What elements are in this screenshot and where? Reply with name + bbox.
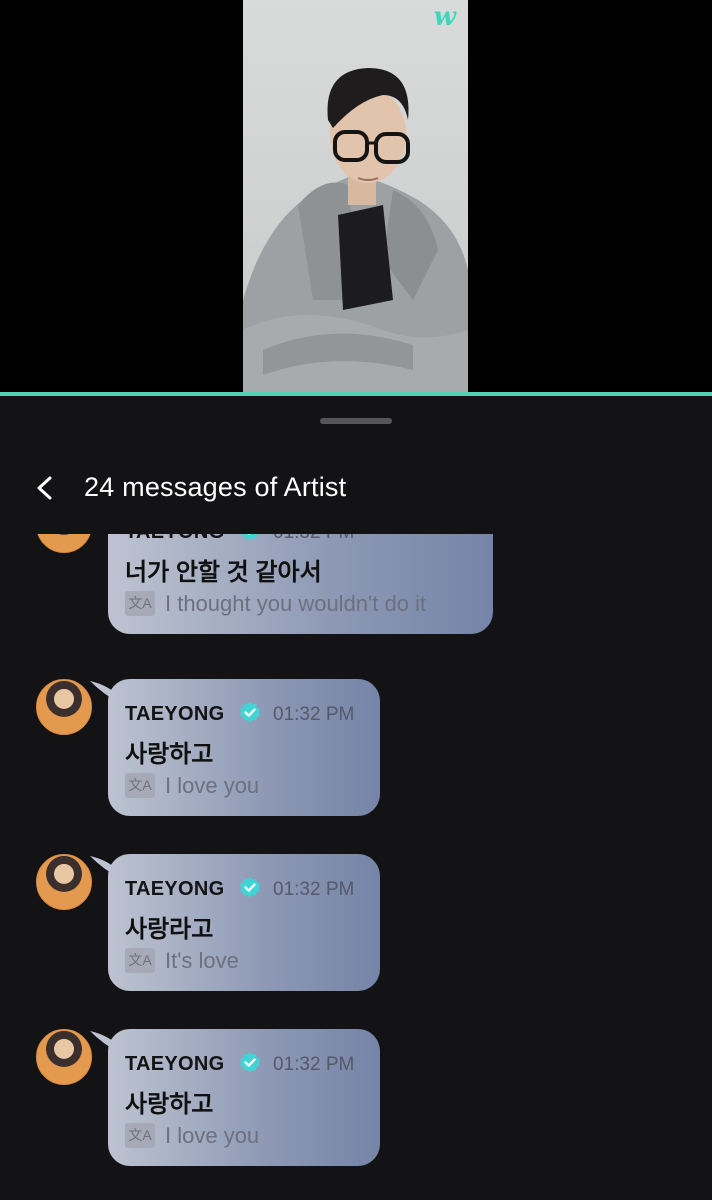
sender-name: TAEYONG [125, 703, 225, 725]
message-bubble[interactable]: TAEYONG 01:32 PM 사랑하고 文A I love you [108, 679, 380, 816]
verified-badge-icon [240, 1052, 260, 1073]
message-time: 01:32 PM [273, 534, 354, 544]
message-item: TAEYONG 01:32 PM 너가 안할 것 같아서 文A I though… [0, 534, 712, 637]
translated-text: I thought you wouldn't do it [165, 591, 427, 616]
message-text: 사랑라고 [125, 916, 214, 943]
sheet-header: 24 messages of Artist [0, 464, 712, 512]
verified-badge-icon [241, 534, 259, 541]
weverse-logo: w [433, 2, 456, 32]
sender-name: TAEYONG [125, 878, 225, 900]
avatar[interactable] [36, 679, 92, 735]
message-time: 01:32 PM [273, 879, 355, 900]
message-time: 01:32 PM [273, 704, 355, 725]
translated-text: I love you [165, 1123, 260, 1148]
artist-figure-illustration [243, 68, 468, 392]
chevron-left-icon[interactable] [30, 468, 60, 508]
message-item: TAEYONG 01:32 PM 사랑라고 文A It's love [0, 854, 712, 994]
message-text: 너가 안할 것 같아서 [125, 559, 322, 586]
sender-name: TAEYONG [125, 534, 225, 544]
translated-text: I love you [165, 773, 260, 798]
avatar[interactable] [36, 1029, 92, 1085]
live-video-area[interactable]: w [0, 0, 712, 392]
translate-icon[interactable]: 文A [125, 1123, 155, 1148]
sheet-drag-handle[interactable] [320, 418, 392, 424]
message-item: TAEYONG 01:32 PM 사랑하고 文A I love you [0, 1029, 712, 1169]
avatar[interactable] [36, 534, 92, 553]
artist-messages-sheet: 24 messages of Artist TAEYONG 01:32 PM 너… [0, 396, 712, 1200]
avatar[interactable] [36, 854, 92, 910]
message-text: 사랑하고 [125, 1091, 214, 1118]
verified-badge-icon [240, 877, 260, 898]
translate-icon[interactable]: 文A [125, 948, 155, 973]
message-item: TAEYONG 01:32 PM 사랑하고 文A I love you [0, 679, 712, 819]
translate-icon[interactable]: 文A [125, 591, 155, 616]
page-title: 24 messages of Artist [84, 472, 347, 502]
message-time: 01:32 PM [273, 1054, 355, 1075]
message-list[interactable]: TAEYONG 01:32 PM 너가 안할 것 같아서 文A I though… [0, 534, 712, 1200]
sender-name: TAEYONG [125, 1053, 225, 1075]
message-text: 사랑하고 [125, 741, 214, 768]
verified-badge-icon [240, 702, 260, 723]
translated-text: It's love [165, 948, 239, 973]
message-bubble[interactable]: TAEYONG 01:32 PM 너가 안할 것 같아서 文A I though… [108, 534, 493, 634]
translate-icon[interactable]: 文A [125, 773, 155, 798]
artist-video-frame[interactable]: w [243, 0, 468, 392]
message-bubble[interactable]: TAEYONG 01:32 PM 사랑라고 文A It's love [108, 854, 380, 991]
message-bubble[interactable]: TAEYONG 01:32 PM 사랑하고 文A I love you [108, 1029, 380, 1166]
